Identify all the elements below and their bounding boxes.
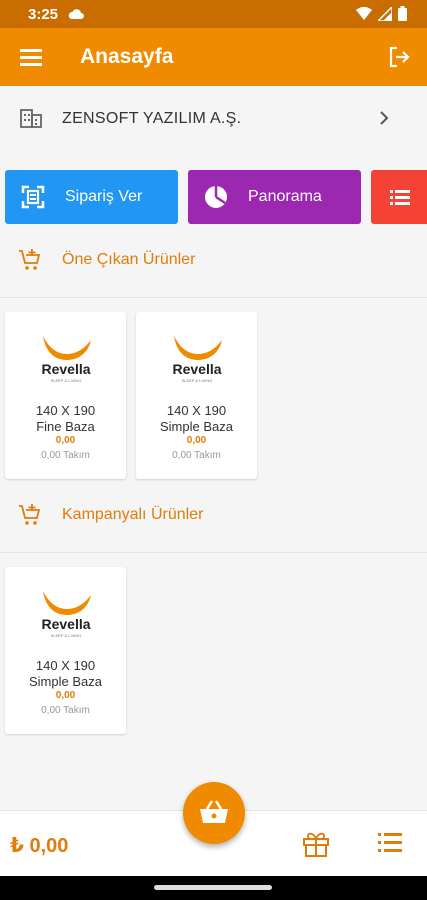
- signal-icon: [376, 4, 393, 26]
- product-name-line1: 140 X 190: [35, 658, 96, 673]
- cart-total: ₺ 0,00: [10, 835, 69, 857]
- product-name-line2: Simple Baza: [29, 674, 102, 689]
- product-unit: 0,00 Takım: [41, 705, 90, 716]
- list-button[interactable]: [371, 170, 427, 224]
- product-name-line2: Simple Baza: [160, 419, 233, 434]
- chevron-right-icon: [379, 110, 389, 131]
- system-icons: [356, 4, 407, 26]
- campaign-section-title: Kampanyalı Ürünler: [62, 506, 204, 523]
- divider: [0, 297, 427, 298]
- system-nav-bar: [0, 876, 427, 900]
- cart-plus-icon: [18, 503, 42, 532]
- svg-text:SLEEP & LIVING: SLEEP & LIVING: [182, 378, 213, 383]
- product-unit: 0,00 Takım: [172, 450, 221, 461]
- brand-logo: Revella SLEEP & LIVING: [35, 585, 97, 641]
- battery-icon: [398, 6, 407, 26]
- company-selector[interactable]: ZENSOFT YAZILIM A.Ş.: [0, 86, 427, 152]
- featured-section-title: Öne Çıkan Ürünler: [62, 251, 196, 268]
- status-time: 3:25: [28, 6, 59, 23]
- svg-text:SLEEP & LIVING: SLEEP & LIVING: [51, 633, 82, 638]
- logout-icon[interactable]: [387, 45, 411, 74]
- product-name: 140 X 190 Simple Baza: [136, 403, 257, 435]
- page-title: Anasayfa: [80, 45, 174, 68]
- order-list-icon[interactable]: [378, 832, 402, 859]
- product-name-line1: 140 X 190: [166, 403, 227, 418]
- menu-icon[interactable]: [20, 47, 42, 67]
- cloud-icon: [68, 7, 84, 25]
- status-bar: 3:25: [0, 0, 427, 28]
- order-button[interactable]: Sipariş Ver: [5, 170, 178, 224]
- building-icon: [20, 108, 42, 133]
- product-name-line1: 140 X 190: [35, 403, 96, 418]
- scan-icon: [21, 185, 45, 214]
- basket-button[interactable]: [183, 782, 245, 844]
- product-unit: 0,00 Takım: [41, 450, 90, 461]
- featured-section-header: Öne Çıkan Ürünler: [0, 232, 427, 288]
- product-card[interactable]: Revella SLEEP & LIVING 140 X 190 Fine Baza…: [5, 312, 126, 479]
- product-price: 0,00: [55, 690, 76, 701]
- product-card[interactable]: Revella SLEEP & LIVING 140 X 190 Simple Ba…: [136, 312, 257, 479]
- brand-logo: Revella SLEEP & LIVING: [35, 330, 97, 386]
- panorama-button-label: Panorama: [248, 188, 322, 205]
- brand-logo: Revella SLEEP & LIVING: [166, 330, 228, 386]
- cart-plus-icon: [18, 248, 42, 277]
- svg-text:Revella: Revella: [41, 361, 90, 377]
- product-card[interactable]: Revella SLEEP & LIVING 140 X 190 Simple Ba…: [5, 567, 126, 734]
- product-price: 0,00: [186, 435, 207, 446]
- product-price: 0,00: [55, 435, 76, 446]
- app-bar: Anasayfa: [0, 28, 427, 86]
- product-name: 140 X 190 Fine Baza: [5, 403, 126, 435]
- campaign-section-header: Kampanyalı Ürünler: [0, 487, 427, 543]
- wifi-icon: [356, 6, 372, 26]
- svg-text:SLEEP & LIVING: SLEEP & LIVING: [51, 378, 82, 383]
- basket-icon: [200, 800, 228, 823]
- product-name: 140 X 190 Simple Baza: [5, 658, 126, 690]
- order-button-label: Sipariş Ver: [65, 188, 143, 205]
- svg-text:Revella: Revella: [172, 361, 221, 377]
- pie-chart-icon: [204, 185, 228, 214]
- panorama-button[interactable]: Panorama: [188, 170, 361, 224]
- action-buttons: Sipariş Ver Panorama: [0, 170, 427, 224]
- product-name-line2: Fine Baza: [36, 419, 95, 434]
- svg-text:Revella: Revella: [41, 616, 90, 632]
- gift-icon[interactable]: [302, 831, 330, 862]
- divider: [0, 552, 427, 553]
- home-gesture-pill[interactable]: [154, 885, 272, 890]
- company-name: ZENSOFT YAZILIM A.Ş.: [62, 110, 242, 127]
- list-icon: [390, 189, 410, 210]
